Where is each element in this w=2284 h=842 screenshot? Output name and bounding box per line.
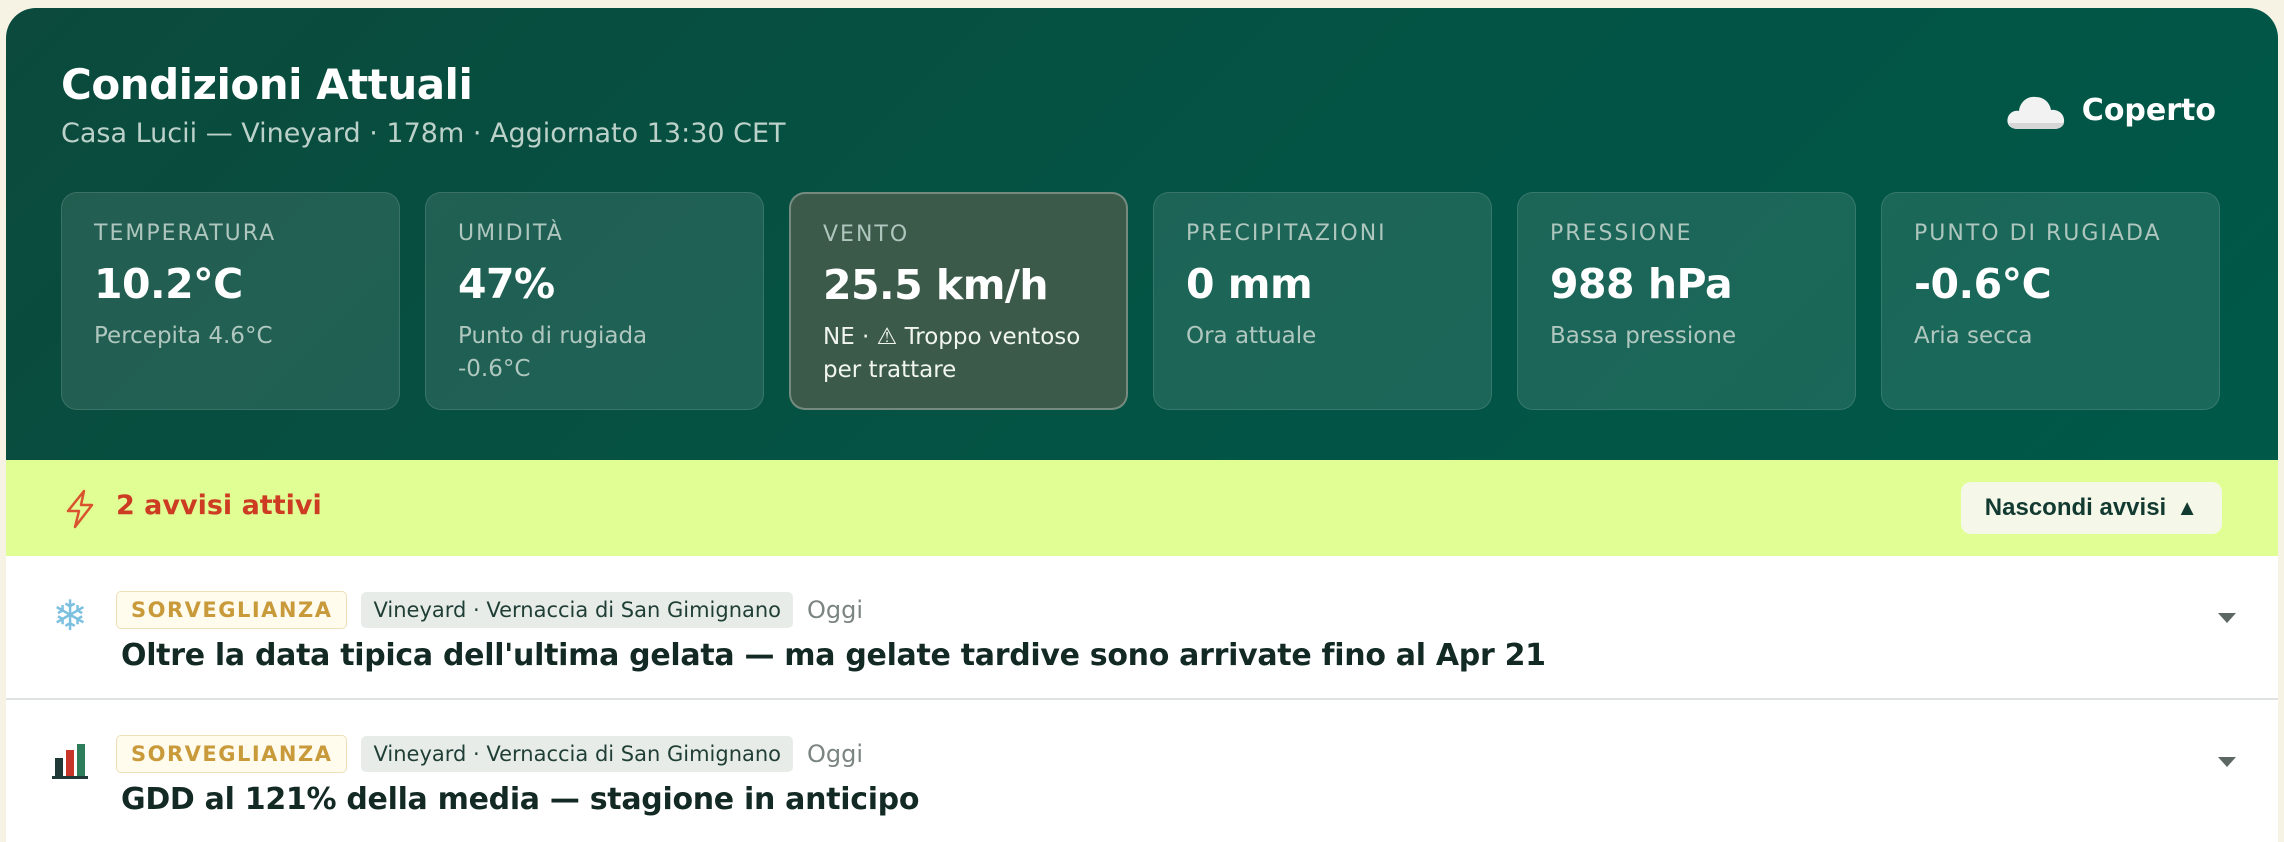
metric-label: TEMPERATURA — [94, 221, 277, 246]
cloud-icon — [2007, 96, 2064, 129]
metric-label: PRECIPITAZIONI — [1186, 221, 1387, 246]
metric-pressure: PRESSIONE 988 hPa Bassa pressione — [1517, 192, 1856, 410]
alert-date: Oggi — [807, 740, 864, 768]
metric-value: 988 hPa — [1550, 260, 1733, 308]
hide-alerts-button[interactable]: Nascondi avvisi ▲ — [1960, 482, 2222, 534]
severity-badge: SORVEGLIANZA — [116, 735, 348, 773]
location-subtitle: Casa Lucii — Vineyard · 178m · Aggiornat… — [61, 118, 786, 149]
weather-condition: Coperto — [2004, 86, 2216, 134]
conditions-hero: Condizioni Attuali Casa Lucii — Vineyard… — [6, 8, 2278, 460]
alert-item[interactable]: SORVEGLIANZA Vineyard · Vernaccia di San… — [6, 700, 2278, 842]
hide-alerts-label: Nascondi avvisi — [1984, 494, 2167, 521]
metric-label: PUNTO DI RUGIADA — [1914, 221, 2162, 246]
metric-value: 47% — [458, 260, 555, 308]
snowflake-icon: ❄ — [52, 591, 88, 640]
alert-title: GDD al 121% della media — stagione in an… — [121, 782, 920, 817]
location-tag: Vineyard · Vernaccia di San Gimignano — [361, 592, 794, 628]
alert-meta: SORVEGLIANZA Vineyard · Vernaccia di San… — [116, 591, 863, 629]
metric-humidity: UMIDITÀ 47% Punto di rugiada -0.6°C — [425, 192, 764, 410]
severity-badge: SORVEGLIANZA — [116, 591, 348, 629]
bar-chart-icon — [50, 740, 90, 780]
chevron-down-icon[interactable] — [2216, 755, 2238, 769]
chevron-down-icon[interactable] — [2216, 611, 2238, 625]
metric-value: 10.2°C — [94, 260, 243, 308]
metric-dew-point: PUNTO DI RUGIADA -0.6°C Aria secca — [1881, 192, 2220, 410]
metric-label: UMIDITÀ — [458, 221, 564, 246]
metric-wind: VENTO 25.5 km/h NE · ⚠ Troppo ventoso pe… — [789, 192, 1128, 410]
metric-value: 25.5 km/h — [823, 261, 1049, 309]
alert-meta: SORVEGLIANZA Vineyard · Vernaccia di San… — [116, 735, 863, 773]
metric-sub: Bassa pressione — [1550, 323, 1737, 349]
lightning-icon — [66, 489, 94, 529]
metric-sub: Percepita 4.6°C — [94, 323, 273, 349]
metric-label: VENTO — [823, 222, 910, 247]
metric-label: PRESSIONE — [1550, 221, 1693, 246]
alert-date: Oggi — [807, 596, 864, 624]
metric-sub: Punto di rugiada -0.6°C — [458, 323, 648, 382]
alert-item[interactable]: ❄ SORVEGLIANZA Vineyard · Vernaccia di S… — [6, 556, 2278, 700]
metric-sub: NE · ⚠ Troppo ventoso per trattare — [823, 324, 1081, 383]
metric-sub: Aria secca — [1914, 323, 2033, 349]
caret-up-icon: ▲ — [2176, 495, 2198, 520]
page-title: Condizioni Attuali — [61, 60, 473, 109]
metric-precipitation: PRECIPITAZIONI 0 mm Ora attuale — [1153, 192, 1492, 410]
metric-value: 0 mm — [1186, 260, 1313, 308]
metric-value: -0.6°C — [1914, 260, 2052, 308]
location-tag: Vineyard · Vernaccia di San Gimignano — [361, 736, 794, 772]
active-alerts-count: 2 avvisi attivi — [116, 490, 322, 521]
alerts-bar: 2 avvisi attivi Nascondi avvisi ▲ — [6, 460, 2278, 556]
condition-label: Coperto — [2081, 92, 2216, 128]
current-conditions-card: Condizioni Attuali Casa Lucii — Vineyard… — [6, 8, 2278, 842]
metric-temperature: TEMPERATURA 10.2°C Percepita 4.6°C — [61, 192, 400, 410]
metric-sub: Ora attuale — [1186, 323, 1317, 349]
alert-title: Oltre la data tipica dell'ultima gelata … — [121, 638, 1546, 673]
